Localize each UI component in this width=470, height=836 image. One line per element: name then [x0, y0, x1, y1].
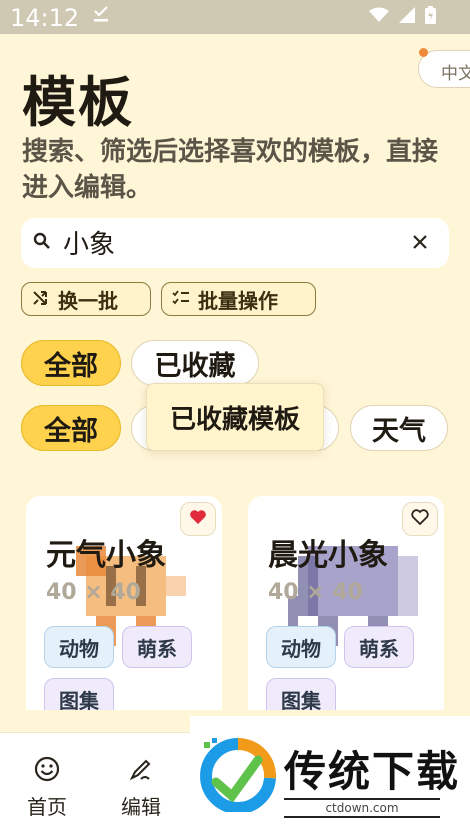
template-card[interactable]: 晨光小象 40 × 40 动物 萌系 图集	[248, 496, 444, 736]
battery-icon	[425, 6, 436, 28]
template-card[interactable]: 元气小象 40 × 40 动物 萌系 图集	[26, 496, 222, 736]
card-title: 晨光小象	[268, 538, 388, 573]
tooltip-text: 已收藏模板	[169, 404, 300, 435]
heart-outline-icon	[411, 509, 429, 529]
nav-home-label: 首页	[27, 795, 67, 819]
favorite-button[interactable]	[402, 502, 438, 536]
batch-operation-label: 批量操作	[198, 288, 278, 313]
favorite-button[interactable]	[180, 502, 216, 536]
shuffle-button[interactable]: 换一批	[21, 282, 151, 316]
status-bar: 14:12	[0, 0, 470, 34]
batch-operation-button[interactable]: 批量操作	[161, 282, 316, 316]
tag-cute[interactable]: 萌系	[122, 626, 192, 668]
filter-all-chip[interactable]: 全部	[21, 340, 121, 386]
card-size: 40 × 40	[46, 580, 141, 605]
tag-cute[interactable]: 萌系	[344, 626, 414, 668]
tag-animal[interactable]: 动物	[44, 626, 114, 668]
status-time: 14:12	[10, 4, 80, 32]
download-done-icon	[94, 6, 108, 27]
tag-animal[interactable]: 动物	[266, 626, 336, 668]
watermark-overlay: 传统下载 ctdown.com	[190, 716, 470, 836]
notification-dot	[419, 48, 428, 57]
category-weather-chip[interactable]: 天气	[350, 405, 448, 451]
clear-search-icon[interactable]	[413, 230, 427, 255]
smile-icon	[12, 755, 82, 783]
page-title: 模板	[22, 71, 134, 134]
watermark-title: 传统下载	[284, 747, 461, 796]
card-size: 40 × 40	[268, 580, 363, 605]
filter-favorited-chip[interactable]: 已收藏	[131, 340, 259, 386]
nav-edit[interactable]: 编辑	[106, 755, 176, 820]
language-toggle-label: 中文	[441, 64, 470, 84]
signal-icon	[399, 7, 415, 27]
search-bar[interactable]	[21, 218, 449, 268]
watermark-logo	[200, 738, 276, 812]
watermark-url: ctdown.com	[284, 798, 440, 818]
checklist-icon	[172, 287, 190, 311]
nav-home[interactable]: 首页	[12, 755, 82, 820]
wifi-icon	[369, 7, 389, 27]
category-weather-label: 天气	[372, 415, 426, 447]
shuffle-label: 换一批	[58, 288, 118, 313]
page-subtitle: 搜索、筛选后选择喜欢的模板，直接进入编辑。	[22, 137, 439, 203]
card-title: 元气小象	[46, 538, 166, 573]
category-all-label: 全部	[44, 415, 98, 447]
heart-filled-icon	[189, 509, 207, 529]
search-icon	[33, 232, 51, 254]
category-all-chip[interactable]: 全部	[21, 405, 121, 451]
shuffle-icon	[32, 287, 50, 311]
filter-favorited-label: 已收藏	[154, 350, 236, 382]
search-input[interactable]	[63, 227, 383, 257]
brush-icon	[106, 755, 176, 783]
filter-all-label: 全部	[44, 350, 98, 382]
nav-edit-label: 编辑	[121, 795, 161, 819]
favorites-tooltip: 已收藏模板	[146, 383, 324, 451]
